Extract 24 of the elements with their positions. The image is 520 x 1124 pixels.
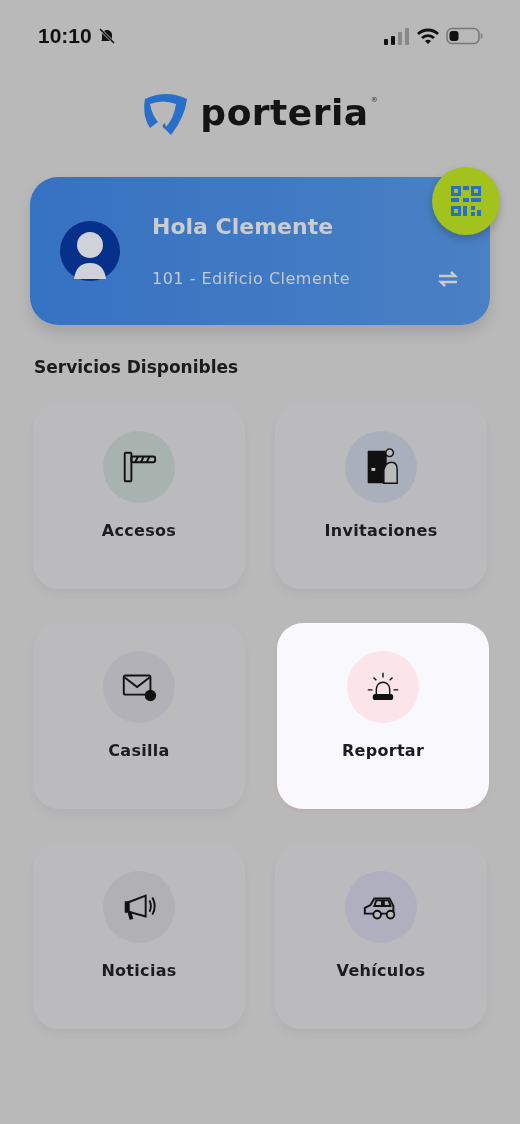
service-card[interactable]: Noticias — [33, 843, 245, 1029]
signal-icon — [384, 27, 410, 45]
service-card[interactable]: Vehículos — [275, 843, 487, 1029]
section-title: Servicios Disponibles — [34, 357, 240, 377]
service-label: Noticias — [101, 961, 177, 980]
service-card[interactable]: Accesos — [33, 403, 245, 589]
service-label: Vehículos — [336, 961, 426, 980]
service-label: Casilla — [108, 741, 170, 760]
wifi-icon — [416, 27, 440, 45]
avatar-icon — [60, 221, 120, 281]
status-time: 10:10 — [38, 24, 92, 48]
service-card[interactable]: Reportar — [277, 623, 489, 809]
logo-wordmark: porteria — [200, 91, 369, 133]
unit-text: 101 - Edificio Clemente — [152, 269, 351, 288]
service-label: Invitaciones — [324, 521, 438, 540]
battery-icon — [446, 27, 484, 45]
service-label: Reportar — [341, 741, 425, 760]
qr-code-button[interactable] — [432, 167, 500, 235]
service-card[interactable]: Casilla — [33, 623, 245, 809]
service-label: Accesos — [101, 521, 177, 540]
qr-code-icon — [450, 185, 482, 217]
swap-icon[interactable] — [436, 268, 460, 289]
greeting-text: Hola Clemente — [152, 213, 335, 239]
service-card[interactable]: Invitaciones — [275, 403, 487, 589]
